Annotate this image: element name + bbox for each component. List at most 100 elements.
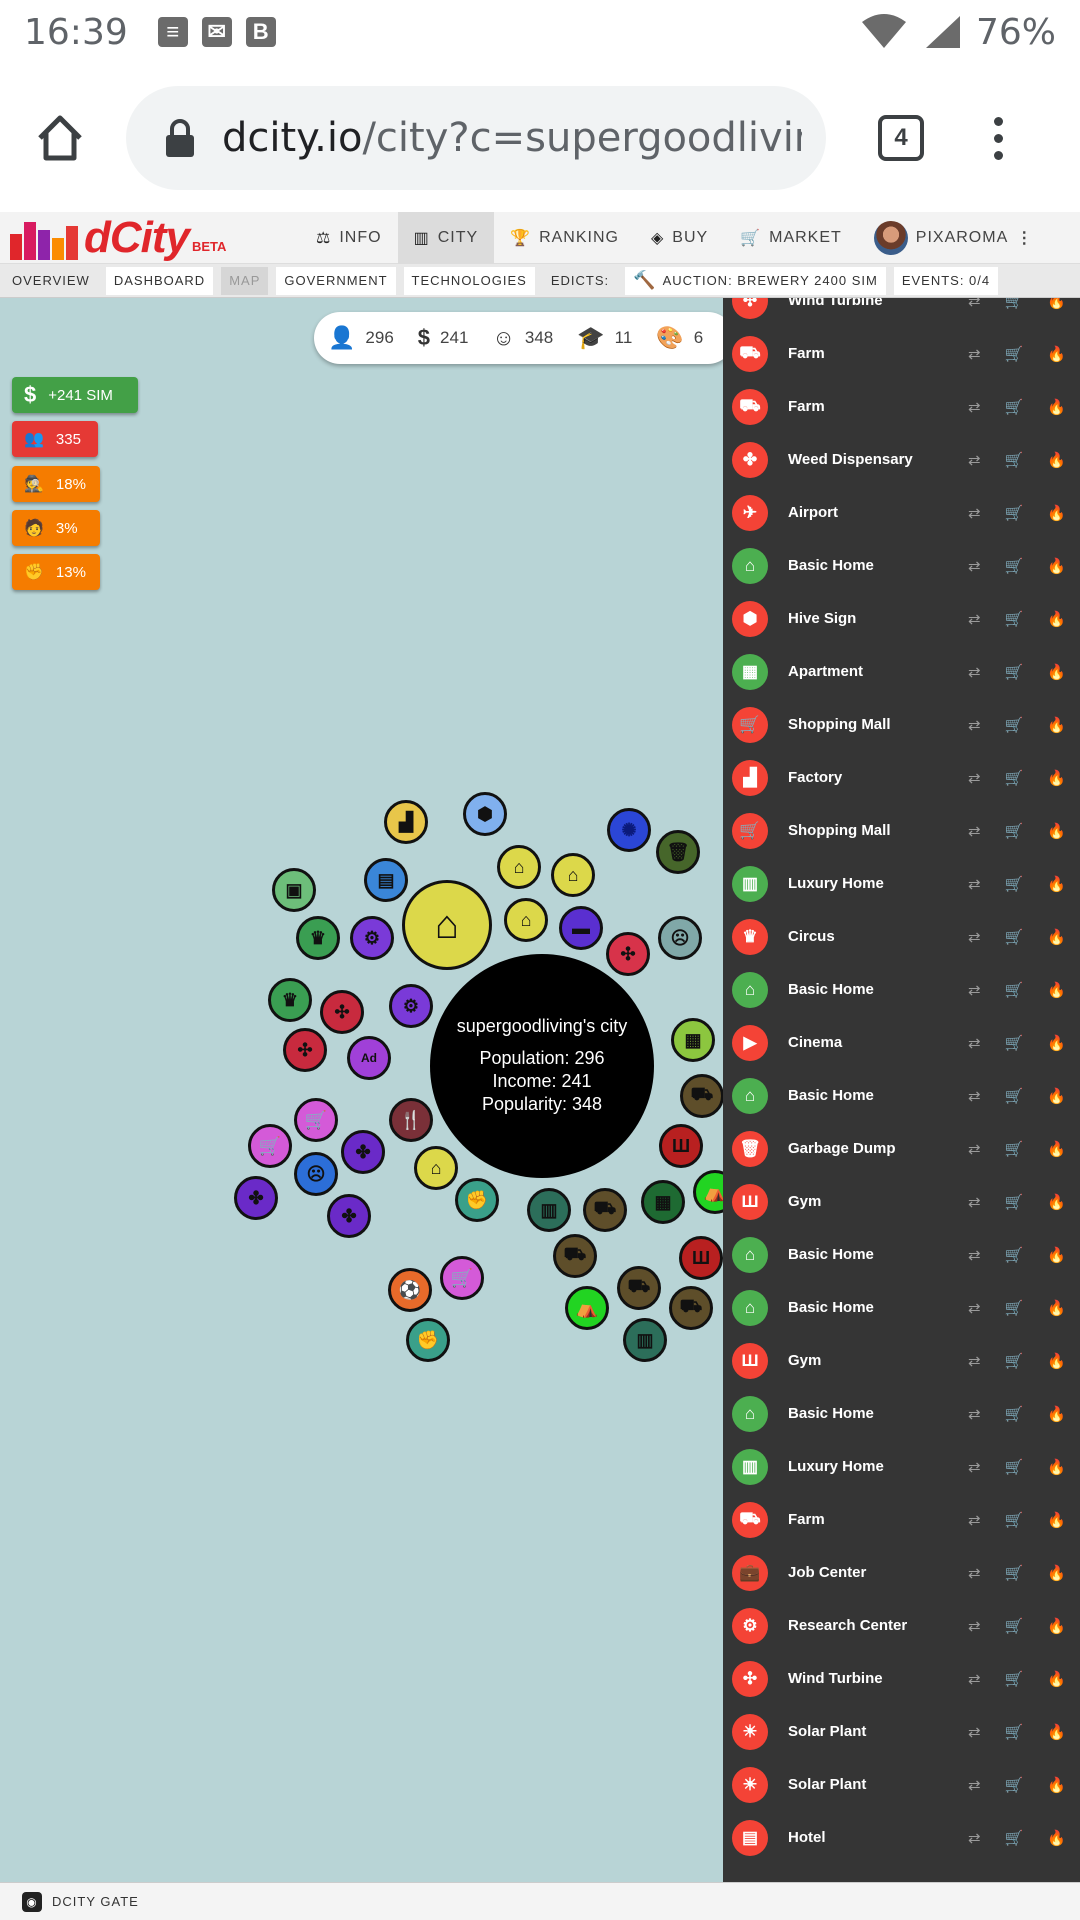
transfer-icon[interactable]: ⇄ bbox=[968, 1299, 981, 1317]
tab-switcher-button[interactable]: 4 bbox=[878, 115, 924, 161]
cart-icon[interactable]: 🛒 bbox=[1005, 1405, 1024, 1423]
transfer-icon[interactable]: ⇄ bbox=[968, 345, 981, 363]
transfer-icon[interactable]: ⇄ bbox=[968, 1087, 981, 1105]
building-row[interactable]: 🛒 Shopping Mall ⇄ 🛒 🔥 bbox=[723, 804, 1080, 857]
tab-government[interactable]: GOVERNMENT bbox=[276, 266, 396, 295]
fist-bubble[interactable]: ✊ bbox=[455, 1178, 499, 1222]
transfer-icon[interactable]: ⇄ bbox=[968, 451, 981, 469]
building-row[interactable]: ✣ Wind Turbine ⇄ 🛒 🔥 bbox=[723, 298, 1080, 327]
sun-bubble[interactable]: ✺ bbox=[607, 808, 651, 852]
fire-icon[interactable]: 🔥 bbox=[1047, 504, 1066, 522]
building-row[interactable]: ▟ Factory ⇄ 🛒 🔥 bbox=[723, 751, 1080, 804]
home-button[interactable] bbox=[0, 64, 120, 212]
transfer-icon[interactable]: ⇄ bbox=[968, 769, 981, 787]
fan-bubble[interactable]: ✣ bbox=[283, 1028, 327, 1072]
building-row[interactable]: 🛒 Shopping Mall ⇄ 🛒 🔥 bbox=[723, 698, 1080, 751]
nav-user[interactable]: PIXAROMA ⋮ bbox=[858, 212, 1039, 264]
transfer-icon[interactable]: ⇄ bbox=[968, 981, 981, 999]
transfer-icon[interactable]: ⇄ bbox=[968, 822, 981, 840]
building-row[interactable]: ⛟ Farm ⇄ 🛒 🔥 bbox=[723, 327, 1080, 380]
fire-icon[interactable]: 🔥 bbox=[1047, 1405, 1066, 1423]
browser-menu-button[interactable] bbox=[994, 116, 1003, 160]
transfer-icon[interactable]: ⇄ bbox=[968, 928, 981, 946]
crown-bubble[interactable]: ♛ bbox=[268, 978, 312, 1022]
nav-city[interactable]: ▥ CITY bbox=[397, 211, 495, 264]
cart-icon[interactable]: 🛒 bbox=[1005, 1193, 1024, 1211]
soccer-bubble[interactable]: ⚽ bbox=[388, 1268, 432, 1312]
fire-icon[interactable]: 🔥 bbox=[1047, 1034, 1066, 1052]
transfer-icon[interactable]: ⇄ bbox=[968, 1776, 981, 1794]
leaf-bubble[interactable]: ✤ bbox=[327, 1194, 371, 1238]
transfer-icon[interactable]: ⇄ bbox=[968, 1034, 981, 1052]
nav-market[interactable]: 🛒 MARKET bbox=[724, 212, 858, 264]
cart-icon[interactable]: 🛒 bbox=[1005, 451, 1024, 469]
cart-icon[interactable]: 🛒 bbox=[1005, 663, 1024, 681]
fire-icon[interactable]: 🔥 bbox=[1047, 1087, 1066, 1105]
ad-bubble[interactable]: Ad bbox=[347, 1036, 391, 1080]
fan-bubble[interactable]: ✣ bbox=[320, 990, 364, 1034]
cart-icon[interactable]: 🛒 bbox=[1005, 822, 1024, 840]
transfer-icon[interactable]: ⇄ bbox=[968, 1617, 981, 1635]
briefcase-bubble[interactable]: ▬ bbox=[559, 906, 603, 950]
cart-icon[interactable]: 🛒 bbox=[1005, 610, 1024, 628]
auction-button[interactable]: 🔨 AUCTION: BREWERY 2400 SIM bbox=[625, 266, 886, 295]
transfer-icon[interactable]: ⇄ bbox=[968, 875, 981, 893]
transfer-icon[interactable]: ⇄ bbox=[968, 1829, 981, 1847]
cart-icon[interactable]: 🛒 bbox=[1005, 716, 1024, 734]
transfer-icon[interactable]: ⇄ bbox=[968, 298, 981, 310]
gear-bubble[interactable]: ⚙ bbox=[350, 916, 394, 960]
home-bubble[interactable]: ⌂ bbox=[504, 898, 548, 942]
cutlery-bubble[interactable]: 🍴 bbox=[389, 1098, 433, 1142]
edicts-label[interactable]: EDICTS: bbox=[543, 267, 617, 295]
fire-icon[interactable]: 🔥 bbox=[1047, 1670, 1066, 1688]
city-info-circle[interactable]: supergoodliving's city Population: 296 I… bbox=[430, 954, 654, 1178]
building-row[interactable]: ▶ Cinema ⇄ 🛒 🔥 bbox=[723, 1016, 1080, 1069]
dumbbell-bubble[interactable]: Ш bbox=[679, 1236, 723, 1280]
transfer-icon[interactable]: ⇄ bbox=[968, 1670, 981, 1688]
fire-icon[interactable]: 🔥 bbox=[1047, 451, 1066, 469]
transfer-icon[interactable]: ⇄ bbox=[968, 1352, 981, 1370]
cart-icon[interactable]: 🛒 bbox=[1005, 1458, 1024, 1476]
building-row[interactable]: ⛟ Farm ⇄ 🛒 🔥 bbox=[723, 1493, 1080, 1546]
fire-icon[interactable]: 🔥 bbox=[1047, 1723, 1066, 1741]
city-bubble[interactable]: ▥ bbox=[623, 1318, 667, 1362]
address-bar[interactable]: dcity.io/city?c=supergoodliving bbox=[126, 86, 826, 190]
education-badge[interactable]: 🧑 3% bbox=[12, 510, 100, 546]
fire-icon[interactable]: 🔥 bbox=[1047, 769, 1066, 787]
transfer-icon[interactable]: ⇄ bbox=[968, 1246, 981, 1264]
fire-icon[interactable]: 🔥 bbox=[1047, 1299, 1066, 1317]
building-row[interactable]: ✈ Airport ⇄ 🛒 🔥 bbox=[723, 486, 1080, 539]
building-row[interactable]: ⌂ Basic Home ⇄ 🛒 🔥 bbox=[723, 539, 1080, 592]
cart-icon[interactable]: 🛒 bbox=[1005, 345, 1024, 363]
fire-icon[interactable]: 🔥 bbox=[1047, 663, 1066, 681]
sad-bubble[interactable]: ☹ bbox=[294, 1152, 338, 1196]
fire-icon[interactable]: 🔥 bbox=[1047, 1776, 1066, 1794]
cart-icon[interactable]: 🛒 bbox=[1005, 298, 1024, 310]
building-row[interactable]: 🗑 Garbage Dump ⇄ 🛒 🔥 bbox=[723, 1122, 1080, 1175]
cart-icon[interactable]: 🛒 bbox=[1005, 1140, 1024, 1158]
transfer-icon[interactable]: ⇄ bbox=[968, 1193, 981, 1211]
cart-icon[interactable]: 🛒 bbox=[1005, 1829, 1024, 1847]
fire-icon[interactable]: 🔥 bbox=[1047, 1458, 1066, 1476]
transfer-icon[interactable]: ⇄ bbox=[968, 716, 981, 734]
building-row[interactable]: ▦ Apartment ⇄ 🛒 🔥 bbox=[723, 645, 1080, 698]
events-button[interactable]: EVENTS: 0/4 bbox=[893, 266, 999, 295]
image-bubble[interactable]: ▣ bbox=[272, 868, 316, 912]
building-row[interactable]: ▥ Luxury Home ⇄ 🛒 🔥 bbox=[723, 857, 1080, 910]
cart-icon[interactable]: 🛒 bbox=[1005, 1670, 1024, 1688]
tractor-bubble[interactable]: ⛟ bbox=[553, 1234, 597, 1278]
cart-bubble[interactable]: 🛒 bbox=[294, 1098, 338, 1142]
building-row[interactable]: ⌂ Basic Home ⇄ 🛒 🔥 bbox=[723, 1069, 1080, 1122]
tab-overview[interactable]: OVERVIEW bbox=[4, 267, 98, 295]
building-bubble[interactable]: ▦ bbox=[671, 1018, 715, 1062]
unrest-badge[interactable]: ✊ 13% bbox=[12, 554, 100, 590]
fire-icon[interactable]: 🔥 bbox=[1047, 928, 1066, 946]
cart-icon[interactable]: 🛒 bbox=[1005, 557, 1024, 575]
transfer-icon[interactable]: ⇄ bbox=[968, 1564, 981, 1582]
crown-bubble[interactable]: ♛ bbox=[296, 916, 340, 960]
building-row[interactable]: ⌂ Basic Home ⇄ 🛒 🔥 bbox=[723, 1281, 1080, 1334]
fire-icon[interactable]: 🔥 bbox=[1047, 345, 1066, 363]
building-row[interactable]: ▤ Hotel ⇄ 🛒 🔥 bbox=[723, 1811, 1080, 1864]
building-row[interactable]: ⌂ Basic Home ⇄ 🛒 🔥 bbox=[723, 963, 1080, 1016]
dumbbell-bubble[interactable]: Ш bbox=[659, 1124, 703, 1168]
